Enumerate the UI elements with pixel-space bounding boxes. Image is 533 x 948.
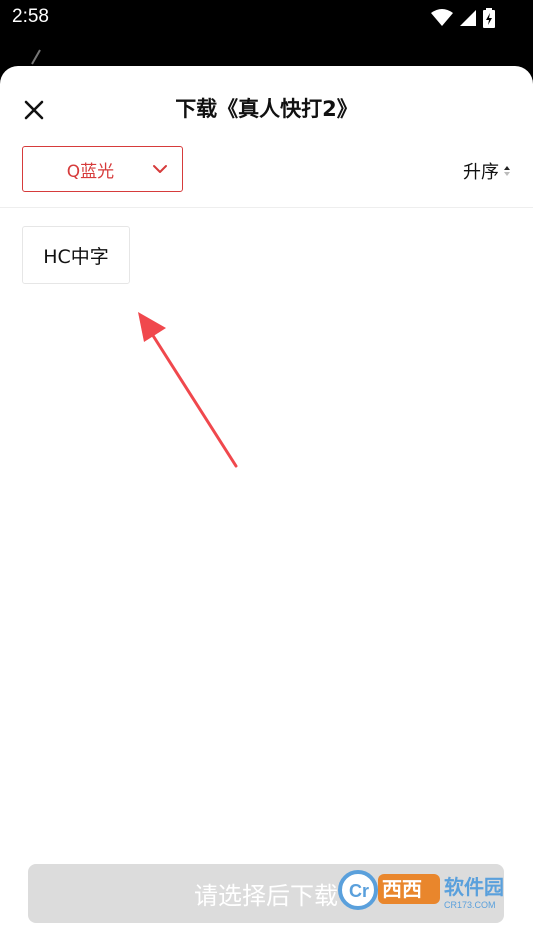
status-bar: 2:58 <box>0 0 533 38</box>
sort-arrows-icon <box>504 166 510 176</box>
quality-select[interactable]: Q蓝光 <box>22 146 183 192</box>
quality-select-value: Q蓝光 <box>66 161 115 182</box>
svg-text:Cr: Cr <box>349 881 369 901</box>
svg-text:CR173.COM: CR173.COM <box>444 900 496 910</box>
svg-text:西西: 西西 <box>382 877 422 901</box>
cellular-signal-icon <box>460 10 476 26</box>
sort-label: 升序 <box>463 162 499 183</box>
back-hint-icon <box>31 49 41 65</box>
download-sheet: 下载《真人快打2》 Q蓝光 升序 HC中字 请选择后下载 Cr 西西 软件园 C… <box>0 66 533 948</box>
status-icons <box>431 8 495 28</box>
battery-charging-icon <box>483 8 495 28</box>
status-time: 2:58 <box>12 6 49 27</box>
site-watermark-logo: Cr 西西 软件园 CR173.COM <box>338 870 504 910</box>
sort-control[interactable]: 升序 <box>463 158 511 184</box>
sheet-title: 下载《真人快打2》 <box>175 97 358 121</box>
option-chip-hc-subtitles[interactable]: HC中字 <box>22 226 130 284</box>
wifi-icon <box>431 9 453 26</box>
annotation-arrow-icon <box>138 312 238 468</box>
divider <box>0 207 533 208</box>
svg-text:软件园: 软件园 <box>444 875 504 899</box>
chevron-down-icon <box>153 165 167 173</box>
